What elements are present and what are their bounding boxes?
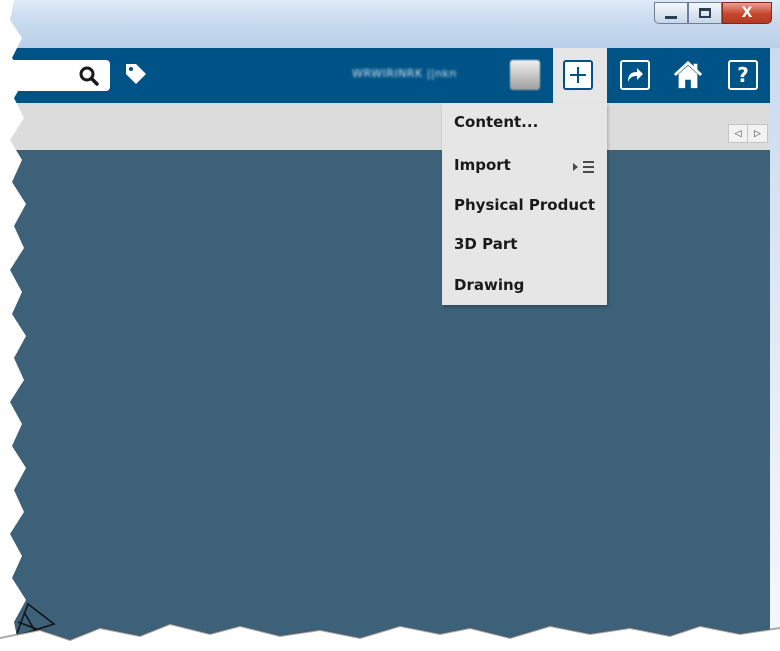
menu-item-import[interactable]: Import <box>454 156 511 174</box>
tab-scroll-controls: ◁ ▷ <box>728 124 768 143</box>
username-label: WRWIRINRK ||nkn <box>352 67 457 80</box>
menu-item-content[interactable]: Content... <box>454 113 538 131</box>
window-controls: X <box>654 2 772 24</box>
home-icon <box>673 60 703 89</box>
search-icon[interactable] <box>78 65 100 87</box>
tab-scroll-left-button[interactable]: ◁ <box>729 125 748 142</box>
plus-icon <box>570 67 586 83</box>
window-right-edge <box>770 48 780 651</box>
app-toolbar: WRWIRINRK ||nkn ? <box>0 48 770 104</box>
workspace-canvas[interactable] <box>0 150 770 651</box>
maximize-icon <box>699 8 711 18</box>
help-button[interactable]: ? <box>728 60 758 90</box>
menu-item-physical-product[interactable]: Physical Product <box>454 196 595 214</box>
close-icon: X <box>741 5 753 21</box>
minimize-icon <box>665 15 677 19</box>
add-button[interactable] <box>563 60 593 90</box>
home-button[interactable] <box>673 60 703 90</box>
window-title-bar: X <box>0 0 780 48</box>
menu-item-3d-part[interactable]: 3D Part <box>454 235 517 253</box>
add-dropdown-menu: Content... Import Physical Product 3D Pa… <box>442 103 607 305</box>
tab-scroll-right-button[interactable]: ▷ <box>748 125 767 142</box>
tab-strip: › ◁ ▷ <box>0 103 770 150</box>
submenu-icon[interactable] <box>573 160 597 174</box>
menu-item-drawing[interactable]: Drawing <box>454 276 524 294</box>
maximize-button[interactable] <box>688 2 722 24</box>
torn-left-edge <box>0 0 26 651</box>
close-button[interactable]: X <box>722 2 772 24</box>
avatar[interactable] <box>510 60 540 90</box>
torn-bottom-edge <box>0 622 780 651</box>
share-button[interactable] <box>620 60 650 90</box>
add-menu-anchor <box>553 48 607 104</box>
share-arrow-icon <box>628 68 643 82</box>
help-icon: ? <box>737 63 749 87</box>
minimize-button[interactable] <box>654 2 688 24</box>
tag-icon[interactable] <box>124 62 148 86</box>
